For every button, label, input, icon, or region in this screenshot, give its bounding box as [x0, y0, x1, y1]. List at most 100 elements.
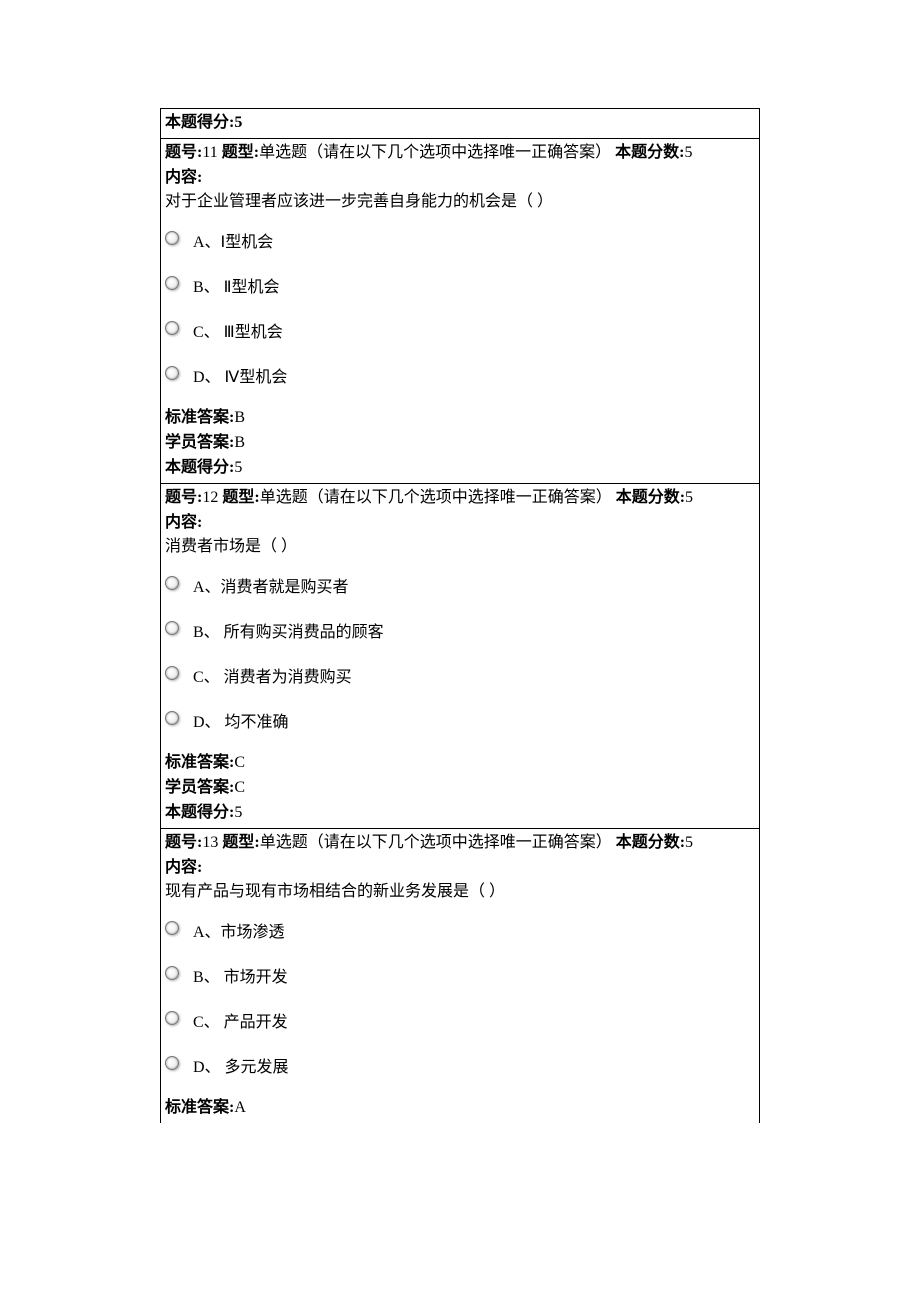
radio-icon[interactable]	[165, 231, 179, 245]
radio-icon[interactable]	[165, 366, 179, 380]
stu-answer-line: 学员答案:B	[165, 431, 755, 456]
qno-value: 12	[202, 489, 218, 506]
radio-cell[interactable]	[165, 1046, 193, 1091]
question-cell: 题号:13 题型:单选题（请在以下几个选项中选择唯一正确答案） 本题分数:5 内…	[161, 828, 760, 1123]
option-row[interactable]: A、消费者就是购买者	[165, 566, 390, 611]
qscore-value: 5	[684, 144, 692, 161]
qscore-label: 本题分数:	[616, 489, 685, 506]
std-answer-value: B	[234, 409, 245, 426]
qtype-label: 题型:	[222, 834, 259, 851]
score-text: 本题得分:5	[165, 114, 242, 131]
option-row[interactable]: D、 多元发展	[165, 1046, 295, 1091]
table-row: 题号:12 题型:单选题（请在以下几个选项中选择唯一正确答案） 本题分数:5 内…	[161, 483, 760, 828]
quiz-table: 本题得分:5 题号:11 题型:单选题（请在以下几个选项中选择唯一正确答案） 本…	[160, 108, 760, 1123]
radio-cell[interactable]	[165, 911, 193, 956]
radio-cell[interactable]	[165, 701, 193, 746]
option-text: B、 所有购买消费品的顾客	[193, 611, 390, 656]
question-stem: 消费者市场是（ ）	[165, 535, 755, 560]
qno-label: 题号:	[165, 489, 202, 506]
radio-cell[interactable]	[165, 611, 193, 656]
option-row[interactable]: C、 消费者为消费购买	[165, 656, 390, 701]
option-text: D、 多元发展	[193, 1046, 295, 1091]
content-label: 内容:	[165, 511, 755, 536]
std-answer-line: 标准答案:C	[165, 751, 755, 776]
this-score-line: 本题得分:5	[165, 456, 755, 481]
radio-cell[interactable]	[165, 356, 193, 401]
std-answer-label: 标准答案:	[165, 754, 234, 771]
option-text: A、Ⅰ型机会	[193, 221, 293, 266]
content-label: 内容:	[165, 166, 755, 191]
radio-cell[interactable]	[165, 656, 193, 701]
radio-icon[interactable]	[165, 1056, 179, 1070]
option-text: B、 Ⅱ型机会	[193, 266, 293, 311]
content-label: 内容:	[165, 856, 755, 881]
qno-value: 11	[202, 144, 217, 161]
radio-icon[interactable]	[165, 711, 179, 725]
options-group: A、Ⅰ型机会 B、 Ⅱ型机会 C、 Ⅲ型机会 D、 Ⅳ型机会	[165, 221, 293, 400]
radio-icon[interactable]	[165, 621, 179, 635]
radio-icon[interactable]	[165, 1011, 179, 1025]
this-score-value: 5	[234, 804, 242, 821]
page: 本题得分:5 题号:11 题型:单选题（请在以下几个选项中选择唯一正确答案） 本…	[0, 0, 920, 1302]
table-row: 题号:13 题型:单选题（请在以下几个选项中选择唯一正确答案） 本题分数:5 内…	[161, 828, 760, 1123]
radio-cell[interactable]	[165, 1001, 193, 1046]
option-row[interactable]: B、 Ⅱ型机会	[165, 266, 293, 311]
radio-cell[interactable]	[165, 956, 193, 1001]
qtype-value: 单选题（请在以下几个选项中选择唯一正确答案）	[260, 834, 612, 851]
stu-answer-label: 学员答案:	[165, 434, 234, 451]
radio-icon[interactable]	[165, 321, 179, 335]
radio-icon[interactable]	[165, 276, 179, 290]
radio-icon[interactable]	[165, 576, 179, 590]
std-answer-value: A	[234, 1099, 246, 1116]
question-cell: 题号:11 题型:单选题（请在以下几个选项中选择唯一正确答案） 本题分数:5 内…	[161, 138, 760, 483]
radio-cell[interactable]	[165, 266, 193, 311]
std-answer-label: 标准答案:	[165, 1099, 234, 1116]
radio-icon[interactable]	[165, 966, 179, 980]
radio-icon[interactable]	[165, 666, 179, 680]
radio-cell[interactable]	[165, 221, 193, 266]
std-answer-line: 标准答案:A	[165, 1096, 755, 1121]
qscore-value: 5	[685, 489, 693, 506]
qtype-label: 题型:	[222, 489, 259, 506]
option-text: D、 均不准确	[193, 701, 390, 746]
this-score-line: 本题得分:5	[165, 801, 755, 826]
option-text: B、 市场开发	[193, 956, 295, 1001]
this-score-label: 本题得分:	[165, 459, 234, 476]
stu-answer-label: 学员答案:	[165, 779, 234, 796]
option-text: C、 产品开发	[193, 1001, 295, 1046]
qscore-label: 本题分数:	[616, 834, 685, 851]
question-header: 题号:13 题型:单选题（请在以下几个选项中选择唯一正确答案） 本题分数:5	[165, 831, 755, 856]
option-row[interactable]: B、 所有购买消费品的顾客	[165, 611, 390, 656]
stu-answer-line: 学员答案:C	[165, 776, 755, 801]
radio-cell[interactable]	[165, 311, 193, 356]
stu-answer-value: B	[234, 434, 245, 451]
table-row: 题号:11 题型:单选题（请在以下几个选项中选择唯一正确答案） 本题分数:5 内…	[161, 138, 760, 483]
option-row[interactable]: C、 产品开发	[165, 1001, 295, 1046]
question-cell: 题号:12 题型:单选题（请在以下几个选项中选择唯一正确答案） 本题分数:5 内…	[161, 483, 760, 828]
std-answer-label: 标准答案:	[165, 409, 234, 426]
question-stem: 现有产品与现有市场相结合的新业务发展是（ ）	[165, 880, 755, 905]
option-row[interactable]: A、Ⅰ型机会	[165, 221, 293, 266]
prev-question-score-cell: 本题得分:5	[161, 109, 760, 139]
option-row[interactable]: B、 市场开发	[165, 956, 295, 1001]
options-group: A、市场渗透 B、 市场开发 C、 产品开发 D、 多元发展	[165, 911, 295, 1090]
std-answer-value: C	[234, 754, 245, 771]
option-text: C、 消费者为消费购买	[193, 656, 390, 701]
option-row[interactable]: D、 均不准确	[165, 701, 390, 746]
option-row[interactable]: D、 Ⅳ型机会	[165, 356, 293, 401]
qno-label: 题号:	[165, 834, 202, 851]
question-header: 题号:12 题型:单选题（请在以下几个选项中选择唯一正确答案） 本题分数:5	[165, 486, 755, 511]
option-row[interactable]: C、 Ⅲ型机会	[165, 311, 293, 356]
qtype-value: 单选题（请在以下几个选项中选择唯一正确答案）	[260, 489, 612, 506]
option-text: A、消费者就是购买者	[193, 566, 390, 611]
option-row[interactable]: A、市场渗透	[165, 911, 295, 956]
this-score-value: 5	[234, 459, 242, 476]
option-text: C、 Ⅲ型机会	[193, 311, 293, 356]
radio-icon[interactable]	[165, 921, 179, 935]
qno-value: 13	[202, 834, 218, 851]
std-answer-line: 标准答案:B	[165, 406, 755, 431]
radio-cell[interactable]	[165, 566, 193, 611]
question-header: 题号:11 题型:单选题（请在以下几个选项中选择唯一正确答案） 本题分数:5	[165, 141, 755, 166]
option-text: D、 Ⅳ型机会	[193, 356, 293, 401]
qscore-label: 本题分数:	[615, 144, 684, 161]
